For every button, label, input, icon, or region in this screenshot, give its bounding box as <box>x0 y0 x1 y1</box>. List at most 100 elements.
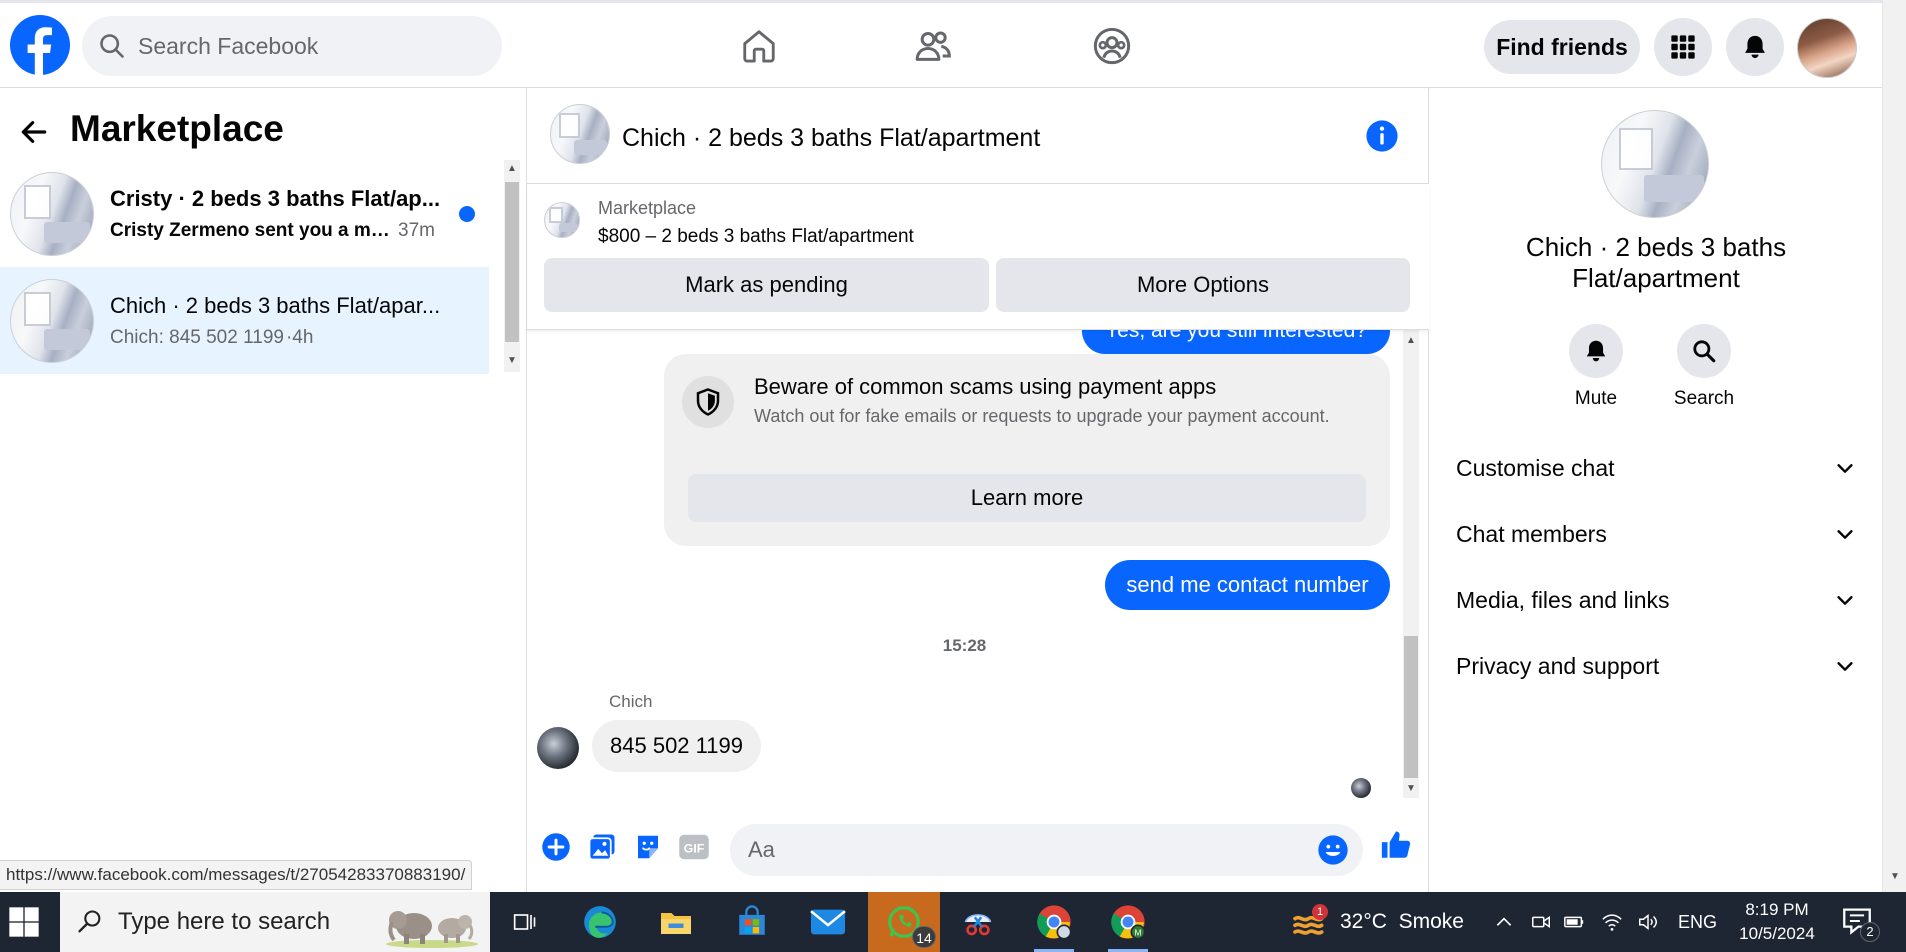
conversations-sidebar: Marketplace Cristy · 2 beds 3 baths Flat… <box>0 88 527 892</box>
message-input[interactable] <box>748 837 1288 863</box>
page-title: Marketplace <box>70 108 284 149</box>
customise-chat-section[interactable]: Customise chat <box>1456 448 1856 488</box>
conversation-time: 37m <box>398 219 435 241</box>
listing-price[interactable]: $800 – 2 beds 3 baths Flat/apartment <box>598 226 914 248</box>
snipping-tool-icon[interactable] <box>948 892 1008 952</box>
notifications-button[interactable] <box>1726 18 1784 76</box>
gif-icon[interactable]: GIF <box>677 830 711 864</box>
mute-button[interactable]: Mute <box>1556 324 1636 410</box>
scroll-down-arrow-icon[interactable]: ▼ <box>1404 782 1418 796</box>
friends-icon[interactable] <box>912 25 954 67</box>
facebook-logo-icon[interactable] <box>10 15 70 75</box>
chat-title[interactable]: Chich · 2 beds 3 baths Flat/apartment <box>622 124 1040 153</box>
sender-avatar[interactable] <box>537 727 579 769</box>
svg-text:M: M <box>1135 927 1142 937</box>
taskbar-search-input[interactable] <box>118 908 368 936</box>
link-status-url: https://www.facebook.com/messages/t/2705… <box>0 860 473 890</box>
warning-title: Beware of common scams using payment app… <box>754 374 1217 399</box>
info-icon[interactable] <box>1365 119 1399 153</box>
menu-grid-button[interactable] <box>1654 18 1712 76</box>
listing-label: Marketplace <box>598 198 697 218</box>
chrome-profile-1-icon[interactable] <box>1024 892 1084 952</box>
more-options-button[interactable]: More Options <box>996 258 1410 312</box>
conversation-item-cristy[interactable]: Cristy · 2 beds 3 baths Flat/ap... Crist… <box>0 160 489 267</box>
conversation-preview: Chich: 845 502 1199 <box>110 326 284 348</box>
chat-profile-image[interactable] <box>1601 110 1709 218</box>
conversation-name: Cristy · 2 beds 3 baths Flat/ap... <box>110 185 441 211</box>
conversation-list-scrollbar[interactable]: ▲ ▼ <box>502 160 522 372</box>
message-input-wrapper[interactable] <box>730 824 1363 876</box>
listing-thumbnail <box>10 278 94 363</box>
sender-name: Chich <box>609 692 653 711</box>
find-friends-button[interactable]: Find friends <box>1484 20 1640 74</box>
wifi-icon[interactable] <box>1600 892 1624 952</box>
chat-header: Chich · 2 beds 3 baths Flat/apartment <box>527 88 1429 184</box>
chevron-down-icon <box>1837 596 1853 605</box>
photo-icon[interactable] <box>585 830 619 864</box>
scroll-down-arrow-icon[interactable]: ▼ <box>505 354 519 368</box>
meet-now-icon[interactable] <box>1530 892 1552 952</box>
media-files-links-section[interactable]: Media, files and links <box>1456 580 1856 620</box>
message-thread: Yes, are you still interested? Beware of… <box>527 330 1429 808</box>
scroll-up-arrow-icon[interactable]: ▲ <box>505 162 519 176</box>
mark-as-pending-button[interactable]: Mark as pending <box>544 258 989 312</box>
battery-icon[interactable] <box>1562 892 1586 952</box>
incoming-message[interactable]: 845 502 1199 <box>592 720 761 772</box>
message-timestamp: 15:28 <box>942 636 987 655</box>
chat-avatar[interactable] <box>550 104 610 164</box>
outgoing-message[interactable]: send me contact number <box>1105 560 1390 610</box>
outgoing-message[interactable]: Yes, are you still interested? <box>1082 330 1390 354</box>
search-icon <box>1693 340 1716 363</box>
action-center-icon[interactable]: 2 <box>1840 904 1880 944</box>
grid-icon <box>1671 35 1695 59</box>
message-thread-scrollbar[interactable]: ▲ ▼ <box>1401 330 1421 798</box>
emoji-icon[interactable] <box>1317 834 1349 866</box>
mute-label: Mute <box>1574 388 1618 409</box>
language-indicator[interactable]: ENG <box>1678 892 1717 952</box>
scrollbar-thumb[interactable] <box>1404 636 1418 778</box>
whatsapp-icon[interactable]: 14 <box>868 892 940 952</box>
mail-icon[interactable] <box>798 892 858 952</box>
chevron-down-icon <box>1837 464 1853 473</box>
windows-start-icon[interactable] <box>8 906 40 938</box>
task-view-icon[interactable] <box>494 892 554 952</box>
chrome-profile-2-icon[interactable]: M <box>1098 892 1158 952</box>
plus-icon[interactable] <box>539 830 573 864</box>
search-in-chat-button[interactable]: Search <box>1664 324 1744 410</box>
home-icon[interactable] <box>738 25 780 67</box>
page-scrollbar[interactable]: ▼ <box>1882 0 1906 892</box>
facebook-search[interactable] <box>82 16 502 76</box>
scam-warning-card: Beware of common scams using payment app… <box>664 354 1390 546</box>
search-input[interactable] <box>138 32 478 60</box>
chat-members-section[interactable]: Chat members <box>1456 514 1856 554</box>
scroll-down-arrow-icon[interactable]: ▼ <box>1888 870 1902 884</box>
thumbs-up-icon[interactable] <box>1379 828 1413 862</box>
microsoft-store-icon[interactable] <box>722 892 782 952</box>
bell-icon <box>1586 340 1606 362</box>
show-hidden-icons[interactable] <box>1494 892 1514 952</box>
learn-more-button[interactable]: Learn more <box>688 474 1366 522</box>
conversation-item-chich[interactable]: Chich · 2 beds 3 baths Flat/apar... Chic… <box>0 267 489 374</box>
scroll-up-arrow-icon[interactable]: ▲ <box>1404 334 1418 348</box>
message-composer: GIF <box>527 808 1429 892</box>
conversation-time: ·4h <box>285 326 314 348</box>
weather-alert-badge: 1 <box>1312 904 1328 920</box>
groups-icon[interactable] <box>1091 25 1133 67</box>
warning-body: Watch out for fake emails or requests to… <box>754 406 1330 426</box>
profile-avatar[interactable] <box>1797 18 1857 78</box>
scrollbar-thumb[interactable] <box>505 182 519 342</box>
weather-widget[interactable]: 1 32°C Smoke <box>1290 892 1464 952</box>
whatsapp-badge: 14 <box>912 926 936 948</box>
volume-icon[interactable] <box>1636 892 1660 952</box>
file-explorer-icon[interactable] <box>646 892 706 952</box>
system-clock[interactable]: 8:19 PM 10/5/2024 <box>1722 898 1832 946</box>
back-arrow-icon[interactable] <box>18 116 50 148</box>
listing-thumbnail[interactable] <box>544 202 580 238</box>
notification-count-badge: 2 <box>1860 922 1880 942</box>
edge-browser-icon[interactable] <box>570 892 630 952</box>
chat-details-title: Chich · 2 beds 3 baths Flat/apartment <box>1525 232 1787 293</box>
taskbar-search[interactable] <box>60 892 490 952</box>
privacy-support-section[interactable]: Privacy and support <box>1456 646 1856 686</box>
sticker-icon[interactable] <box>631 830 665 864</box>
section-label: Privacy and support <box>1456 652 1660 679</box>
